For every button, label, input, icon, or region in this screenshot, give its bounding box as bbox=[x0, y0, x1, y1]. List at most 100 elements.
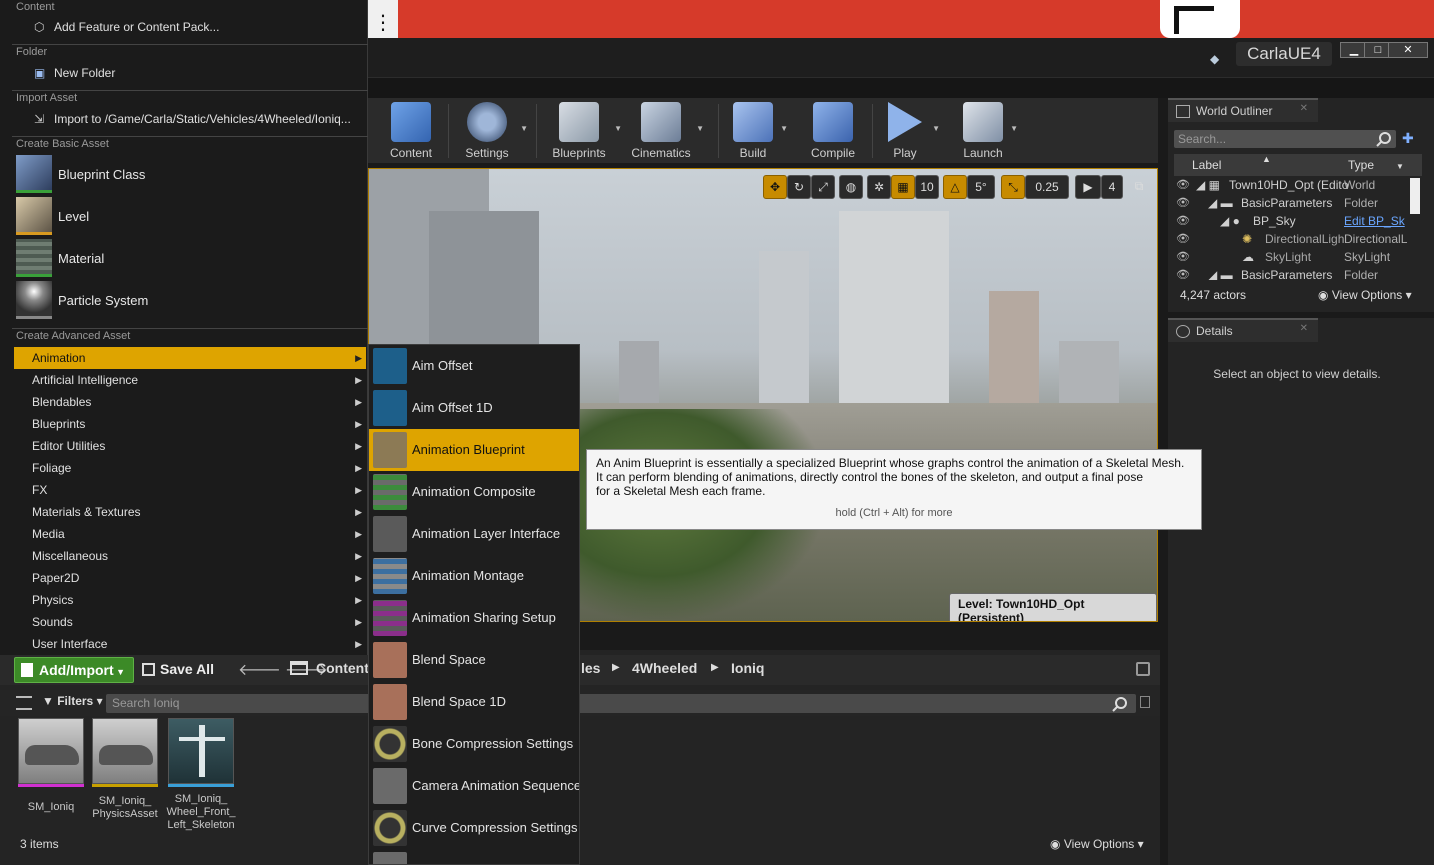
more-options-icon[interactable]: ⋮ bbox=[368, 8, 398, 38]
advanced-blueprints[interactable]: Blueprints ▶ bbox=[14, 413, 366, 435]
toolbar-cinematics-button[interactable]: Cinematics ▼ bbox=[628, 100, 704, 162]
breadcrumb-4wheeled[interactable]: 4Wheeled bbox=[632, 660, 697, 676]
close-tab-icon[interactable]: ✕ bbox=[1300, 103, 1308, 114]
breadcrumb-arrow-icon[interactable]: ▶ bbox=[711, 662, 719, 673]
outliner-row[interactable]: 👁 ◢ ▬ BasicParameters Folder bbox=[1174, 266, 1422, 280]
asset-tile[interactable]: SM_Ioniq_ PhysicsAsset bbox=[90, 718, 160, 821]
label-column-header[interactable]: Label bbox=[1192, 158, 1221, 172]
outliner-search-input[interactable]: Search... bbox=[1174, 130, 1396, 148]
close-tab-icon[interactable]: ✕ bbox=[1300, 323, 1308, 334]
create-material-item[interactable]: Material bbox=[16, 239, 366, 279]
close-button[interactable]: ✕ bbox=[1388, 42, 1428, 58]
advanced-animation[interactable]: Animation ▶ bbox=[14, 347, 366, 369]
camera-speed-icon[interactable]: ▶ bbox=[1075, 175, 1101, 199]
submenu-animation-sharing-setup[interactable]: Animation Sharing Setup bbox=[369, 597, 579, 639]
surface-snap-icon[interactable]: ✲ bbox=[867, 175, 891, 199]
advanced-blendables[interactable]: Blendables ▶ bbox=[14, 391, 366, 413]
submenu-more-item[interactable] bbox=[369, 849, 579, 864]
back-arrow-icon[interactable]: 🡐 bbox=[238, 662, 285, 679]
scale-snap-value[interactable]: 0.25 bbox=[1025, 175, 1069, 199]
submenu-bone-compression-settings[interactable]: Bone Compression Settings bbox=[369, 723, 579, 765]
submenu-camera-animation-sequence[interactable]: Camera Animation Sequence bbox=[369, 765, 579, 807]
search-icon[interactable] bbox=[1376, 131, 1392, 147]
chevron-down-icon[interactable]: ▼ bbox=[1396, 162, 1404, 171]
outliner-row[interactable]: 👁 ◢ ● BP_Sky Edit BP_Sk bbox=[1174, 212, 1422, 230]
asset-tile[interactable]: SM_Ioniq_ Wheel_Front_ Left_Skeleton bbox=[166, 718, 236, 832]
breadcrumb-content[interactable]: Content bbox=[316, 660, 369, 676]
content-search-input[interactable]: Search Ioniq bbox=[106, 694, 1136, 713]
toolbar-launch-button[interactable]: Launch ▼ bbox=[958, 100, 1018, 162]
translate-mode-icon[interactable]: ✥ bbox=[763, 175, 787, 199]
save-search-icon[interactable] bbox=[1140, 696, 1150, 708]
maximize-viewport-icon[interactable]: ⧉ bbox=[1131, 175, 1147, 199]
submenu-aim-offset[interactable]: Aim Offset bbox=[369, 345, 579, 387]
visibility-eye-icon[interactable]: 👁 bbox=[1176, 197, 1190, 209]
tab-world-outliner[interactable]: World Outliner ✕ bbox=[1168, 98, 1318, 122]
scale-snap-icon[interactable]: ⤡ bbox=[1001, 175, 1025, 199]
toolbar-build-button[interactable]: Build ▼ bbox=[728, 100, 788, 162]
submenu-curve-compression-settings[interactable]: Curve Compression Settings bbox=[369, 807, 579, 849]
outliner-scrollbar[interactable] bbox=[1410, 178, 1420, 214]
tab-details[interactable]: Details ✕ bbox=[1168, 318, 1318, 342]
submenu-animation-blueprint[interactable]: Animation Blueprint bbox=[369, 429, 579, 471]
rotate-mode-icon[interactable]: ↻ bbox=[787, 175, 811, 199]
asset-tile[interactable]: SM_Ioniq bbox=[16, 718, 86, 814]
toolbar-content-button[interactable]: Content bbox=[380, 100, 442, 162]
breadcrumb-ioniq[interactable]: Ioniq bbox=[731, 660, 764, 676]
submenu-animation-montage[interactable]: Animation Montage bbox=[369, 555, 579, 597]
advanced-paper2d[interactable]: Paper2D ▶ bbox=[14, 567, 366, 589]
advanced-sounds[interactable]: Sounds ▶ bbox=[14, 611, 366, 633]
toolbar-play-button[interactable]: Play ▼ bbox=[880, 100, 940, 162]
grid-snap-icon[interactable]: ▦ bbox=[891, 175, 915, 199]
advanced-user-interface[interactable]: User Interface ▶ bbox=[14, 633, 366, 655]
camera-speed-value[interactable]: 4 bbox=[1101, 175, 1123, 199]
create-particle-system-item[interactable]: Particle System bbox=[16, 281, 366, 321]
add-import-button[interactable]: Add/Import ▼ bbox=[14, 657, 134, 683]
content-view-options[interactable]: ◉ View Options ▾ bbox=[1050, 837, 1144, 851]
outliner-row[interactable]: 👁 ◢ ▦ Town10HD_Opt (Edito World bbox=[1174, 176, 1422, 194]
create-blueprint-class-item[interactable]: Blueprint Class bbox=[16, 155, 366, 195]
toolbar-settings-button[interactable]: Settings ▼ bbox=[456, 100, 528, 162]
advanced-foliage[interactable]: Foliage ▶ bbox=[14, 457, 366, 479]
toolbar-compile-button[interactable]: Compile bbox=[806, 100, 860, 162]
advanced-physics[interactable]: Physics ▶ bbox=[14, 589, 366, 611]
rotation-snap-value[interactable]: 5° bbox=[967, 175, 995, 199]
breadcrumb-vehicles[interactable]: les bbox=[581, 660, 600, 676]
world-space-icon[interactable]: ◍ bbox=[839, 175, 863, 199]
advanced-artificial-intelligence[interactable]: Artificial Intelligence ▶ bbox=[14, 369, 366, 391]
advanced-editor-utilities[interactable]: Editor Utilities ▶ bbox=[14, 435, 366, 457]
outliner-row[interactable]: 👁 ✺ DirectionalLigh DirectionalL bbox=[1174, 230, 1422, 248]
create-level-item[interactable]: Level bbox=[16, 197, 366, 237]
rotation-snap-icon[interactable]: △ bbox=[943, 175, 967, 199]
submenu-blend-space-1d[interactable]: Blend Space 1D bbox=[369, 681, 579, 723]
visibility-eye-icon[interactable]: 👁 bbox=[1176, 179, 1190, 191]
submenu-animation-layer-interface[interactable]: Animation Layer Interface bbox=[369, 513, 579, 555]
lock-icon[interactable] bbox=[1136, 662, 1150, 676]
visibility-eye-icon[interactable]: 👁 bbox=[1176, 233, 1190, 245]
toolbar-blueprints-button[interactable]: Blueprints ▼ bbox=[546, 100, 622, 162]
advanced-media[interactable]: Media ▶ bbox=[14, 523, 366, 545]
outliner-view-options[interactable]: ◉ View Options ▾ bbox=[1318, 288, 1412, 302]
advanced-miscellaneous[interactable]: Miscellaneous ▶ bbox=[14, 545, 366, 567]
outliner-row[interactable]: 👁 ◢ ▬ BasicParameters Folder bbox=[1174, 194, 1422, 212]
visibility-eye-icon[interactable]: 👁 bbox=[1176, 251, 1190, 263]
filters-button[interactable]: ▼ Filters ▾ bbox=[42, 694, 103, 708]
add-actor-icon[interactable]: ✚ bbox=[1402, 130, 1420, 148]
folder-icon[interactable] bbox=[290, 661, 308, 675]
sources-panel-icon[interactable] bbox=[16, 696, 32, 710]
outliner-row[interactable]: 👁 ☁ SkyLight SkyLight bbox=[1174, 248, 1422, 266]
search-icon[interactable] bbox=[1112, 696, 1128, 712]
advanced-fx[interactable]: FX ▶ bbox=[14, 479, 366, 501]
submenu-aim-offset-1d[interactable]: Aim Offset 1D bbox=[369, 387, 579, 429]
visibility-eye-icon[interactable]: 👁 bbox=[1176, 269, 1190, 280]
save-all-button[interactable]: Save All bbox=[142, 657, 214, 683]
submenu-blend-space[interactable]: Blend Space bbox=[369, 639, 579, 681]
scale-mode-icon[interactable]: ⤢ bbox=[811, 175, 835, 199]
breadcrumb-arrow-icon[interactable]: ▶ bbox=[612, 662, 620, 673]
outliner-row-type-link[interactable]: Edit BP_Sk bbox=[1344, 212, 1405, 230]
advanced-materials-textures[interactable]: Materials & Textures ▶ bbox=[14, 501, 366, 523]
grid-snap-value[interactable]: 10 bbox=[915, 175, 939, 199]
submenu-animation-composite[interactable]: Animation Composite bbox=[369, 471, 579, 513]
visibility-eye-icon[interactable]: 👁 bbox=[1176, 215, 1190, 227]
type-column-header[interactable]: Type bbox=[1348, 158, 1374, 172]
